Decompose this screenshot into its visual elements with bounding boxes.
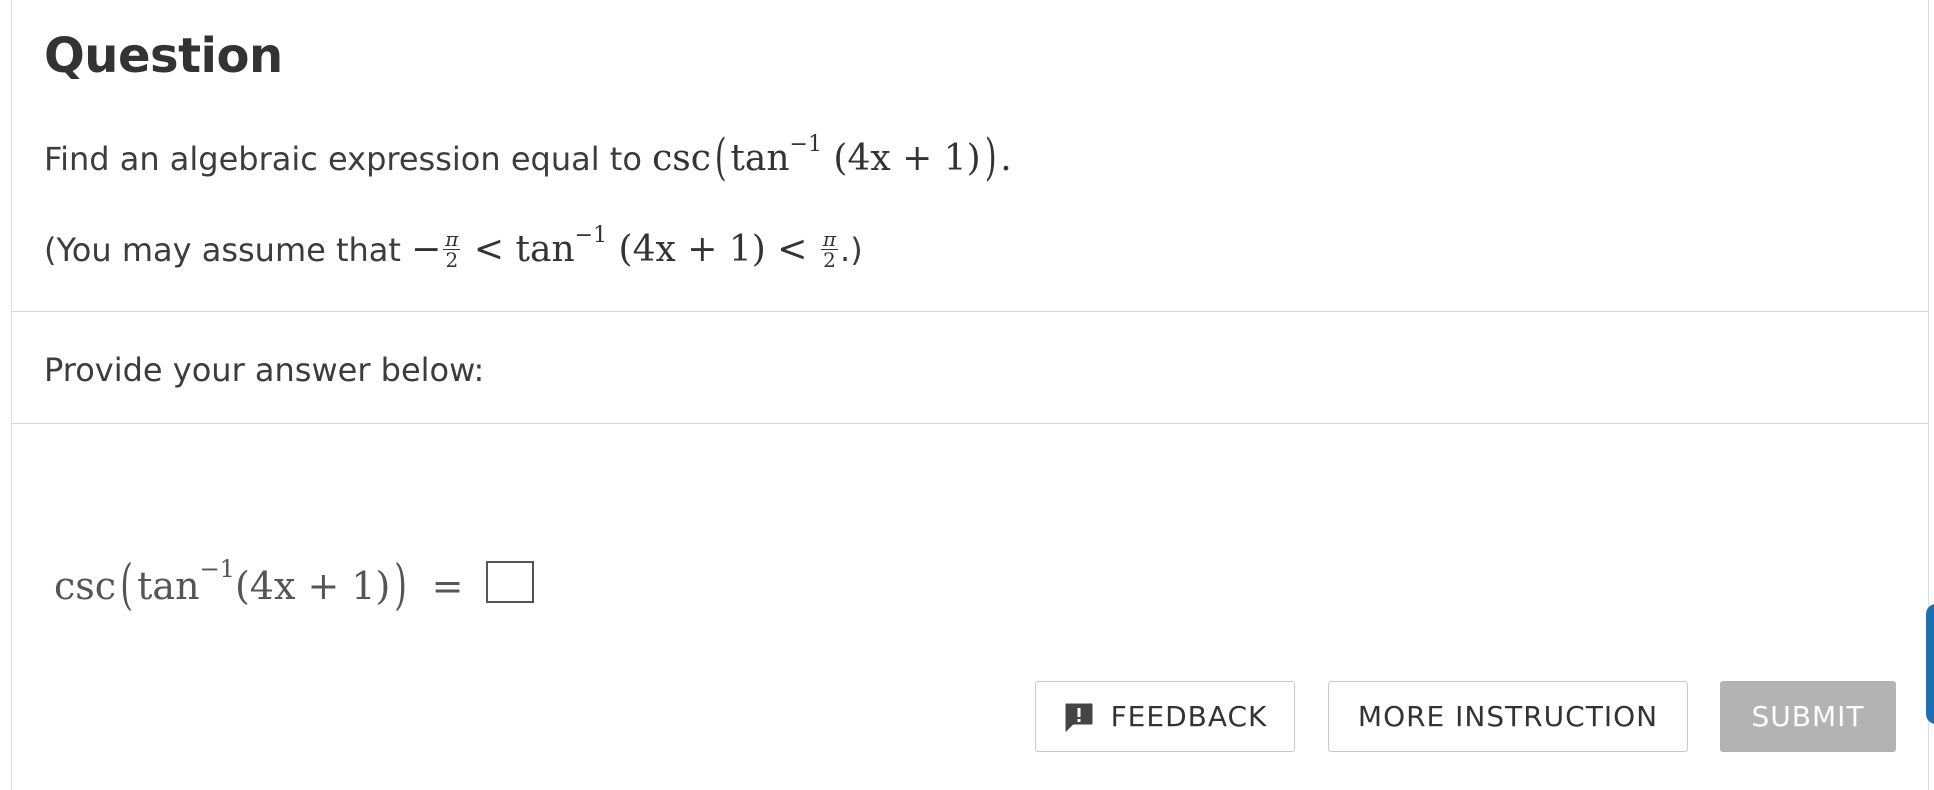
math-period: . (1000, 138, 1012, 179)
question-assumption: (You may assume that − π 2 < tan−1 (4x + 1… (44, 225, 863, 273)
math-inverse: −1 (199, 555, 235, 584)
feedback-label: FEEDBACK (1110, 700, 1268, 733)
question-prompt: Find an algebraic expression equal to cs… (44, 128, 1012, 186)
feedback-button[interactable]: FEEDBACK (1035, 681, 1295, 752)
more-instruction-button[interactable]: MORE INSTRUCTION (1328, 681, 1688, 752)
question-panel (11, 0, 1929, 790)
section-divider (11, 311, 1929, 312)
assume-math: − π 2 < tan−1 (4x + 1) < π2 (411, 225, 840, 272)
math-arg: (4x + 1) (234, 564, 391, 608)
frac-den: 2 (445, 247, 459, 272)
answer-input-box[interactable] (485, 561, 534, 603)
prompt-math: csc(tan−1 (4x + 1)). (652, 128, 1012, 186)
math-inverse: −1 (789, 132, 822, 157)
fraction-pi-over-2: π2 (820, 226, 839, 272)
assume-text: (You may assume that (44, 231, 401, 269)
frac-num: π (443, 226, 461, 251)
math-arg: (4x + 1) (618, 229, 766, 270)
frac-den: 2 (823, 247, 836, 272)
math-lt: < (473, 229, 505, 270)
section-divider (11, 423, 1929, 424)
answer-instruction: Provide your answer below: (44, 351, 485, 389)
submit-button[interactable]: SUBMIT (1720, 681, 1896, 752)
math-paren-open: ( (120, 553, 133, 616)
side-help-tab[interactable] (1926, 604, 1934, 724)
math-tan: tan (137, 564, 200, 608)
math-equals: = (431, 564, 464, 608)
math-paren-close: ) (394, 553, 408, 616)
fraction-pi-over-2: π2 (443, 226, 461, 272)
more-instruction-label: MORE INSTRUCTION (1357, 700, 1659, 733)
math-csc: csc (652, 138, 711, 179)
math-arg: (4x + 1) (833, 138, 981, 179)
assume-close: .) (840, 231, 863, 269)
math-tan: tan (730, 138, 790, 179)
prompt-text: Find an algebraic expression equal to (44, 140, 642, 178)
page-title: Question (44, 28, 283, 84)
frac-num: π (820, 226, 839, 251)
math-tan: tan (515, 229, 575, 270)
feedback-icon (1065, 703, 1093, 731)
math-minus: − (411, 229, 442, 270)
math-paren-close: ) (984, 128, 997, 186)
math-inverse: −1 (574, 223, 608, 248)
math-csc: csc (54, 564, 117, 608)
math-paren-open: ( (714, 128, 727, 186)
math-lt: < (777, 229, 808, 270)
submit-label: SUBMIT (1751, 700, 1865, 733)
answer-expression: csc(tan−1(4x + 1)) = (54, 553, 534, 616)
